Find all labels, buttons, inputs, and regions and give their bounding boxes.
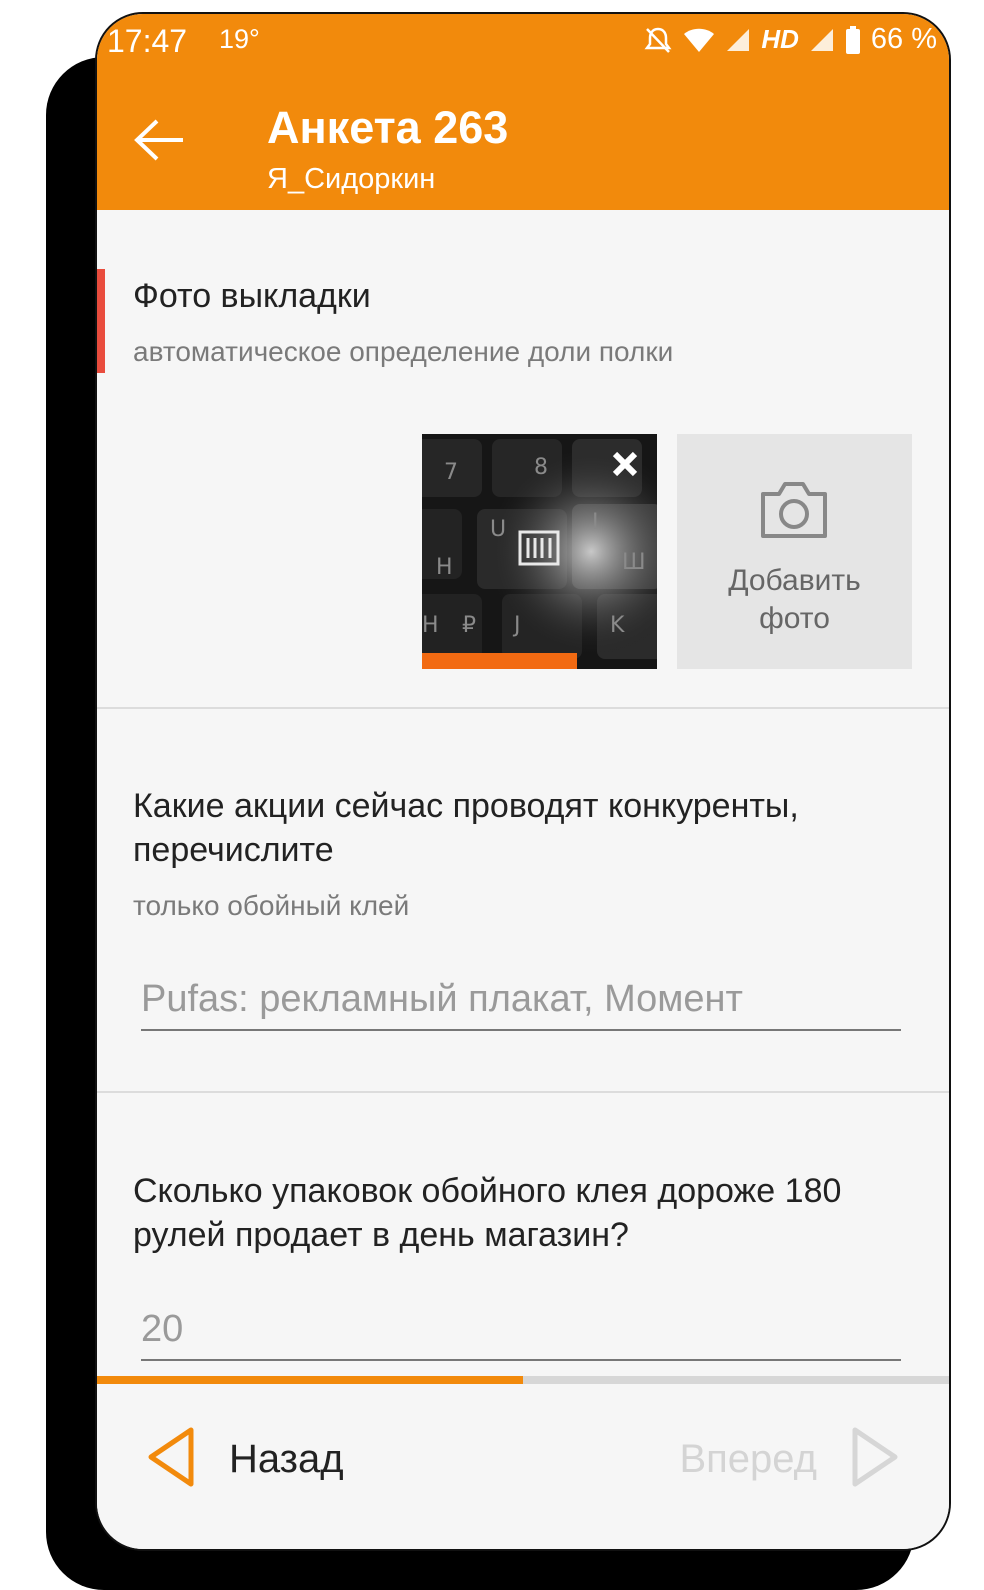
survey-progress-track (97, 1376, 949, 1384)
page-title: Анкета 263 (267, 102, 509, 153)
status-bar: 17:47 19° HD 66 % (97, 14, 949, 72)
survey-progress-fill (97, 1376, 523, 1384)
upload-progress-bar (422, 653, 578, 669)
photo-thumbnail[interactable]: 7 8 U I H Ш H ₽ J K (422, 434, 657, 669)
camera-icon (757, 478, 831, 550)
status-temperature: 19° (219, 24, 260, 54)
status-time: 17:47 (107, 23, 188, 59)
svg-text:U: U (490, 517, 506, 542)
back-button[interactable]: Назад (145, 1426, 344, 1493)
status-icons: HD 66 % (643, 23, 937, 56)
add-photo-button[interactable]: Добавить фото (677, 434, 912, 669)
wifi-icon (683, 26, 715, 54)
forward-button[interactable]: Вперед (679, 1426, 901, 1493)
battery-percent: 66 % (870, 23, 937, 55)
svg-text:Ш: Ш (622, 550, 646, 575)
competitor-promo-question-subtitle: только обойный клей (133, 890, 410, 921)
add-photo-label-line1: Добавить (728, 564, 861, 597)
app-bar: Анкета 263 Я_Сидоркин (97, 72, 949, 210)
packages-answer-input[interactable]: 20 (141, 1308, 901, 1361)
signal-icon (725, 27, 751, 53)
phone-screen: 17:47 19° HD 66 % Анкета 263 Я_Сидоркин … (95, 12, 951, 1551)
svg-text:I: I (592, 510, 599, 535)
bottom-navigation: Назад Вперед (97, 1384, 949, 1549)
network-type-label: HD (761, 24, 799, 54)
photo-question-title: Фото выкладки (133, 277, 371, 315)
back-arrow-icon[interactable] (133, 117, 187, 163)
page-subtitle: Я_Сидоркин (267, 163, 436, 195)
alarm-off-icon (643, 25, 673, 55)
competitor-promo-question-title: Какие акции сейчас проводят конкуренты, … (133, 787, 799, 869)
section-divider-2 (97, 1091, 949, 1093)
battery-icon (845, 25, 861, 54)
svg-text:8: 8 (534, 455, 548, 480)
competitor-promo-answer-input[interactable]: Pufas: рекламный плакат, Момент (141, 978, 901, 1031)
close-icon[interactable] (609, 448, 641, 480)
signal-icon-2 (809, 27, 835, 53)
forward-button-label: Вперед (679, 1437, 817, 1481)
svg-text:J: J (512, 613, 521, 638)
svg-text:₽: ₽ (462, 613, 476, 638)
add-photo-label: Добавить фото (677, 562, 912, 638)
svg-text:H: H (422, 613, 439, 638)
svg-text:K: K (610, 613, 625, 638)
required-marker (97, 269, 105, 373)
section-divider (97, 707, 949, 709)
triangle-right-icon (849, 1426, 901, 1493)
svg-text:H: H (436, 555, 453, 580)
photo-question-subtitle: автоматическое определение доли полки (133, 336, 674, 367)
back-button-label: Назад (229, 1437, 344, 1481)
packages-question-title: Сколько упаковок обойного клея дороже 18… (133, 1172, 842, 1254)
svg-text:7: 7 (444, 460, 458, 485)
triangle-left-icon (145, 1426, 197, 1493)
add-photo-label-line2: фото (759, 602, 830, 635)
